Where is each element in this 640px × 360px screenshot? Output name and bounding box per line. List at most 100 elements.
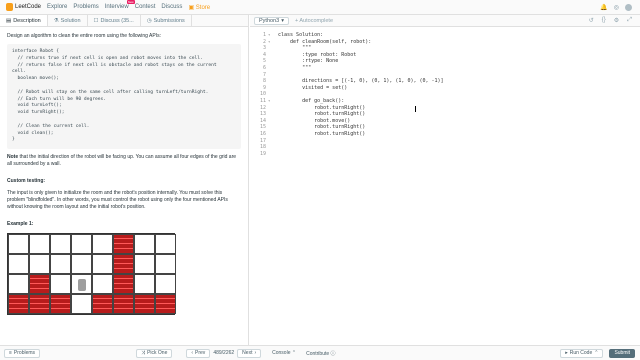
top-nav: LeetCode Explore Problems Interview New C… (0, 0, 640, 15)
tab-label: Solution (60, 17, 81, 24)
editor-tools: ↺ {} ⚙ ⤢ (589, 17, 632, 24)
open-cell (134, 254, 155, 275)
open-cell (50, 234, 71, 255)
open-cell (71, 234, 92, 255)
text-cursor (415, 106, 416, 112)
flask-icon: ⚗ (53, 17, 59, 24)
coin-icon[interactable]: ◎ (614, 4, 619, 11)
open-cell (134, 234, 155, 255)
line-number: 4 (262, 51, 266, 58)
nav-explore[interactable]: Explore (47, 4, 67, 10)
code-text: :rtype: None (278, 58, 339, 65)
avatar[interactable] (625, 3, 632, 11)
submit-button[interactable]: Submit (609, 348, 635, 358)
contribute-link[interactable]: Contribute ⓘ (306, 350, 335, 357)
line-number: 8 (262, 78, 266, 85)
language-select[interactable]: Python3 ▾ (254, 16, 289, 25)
reset-icon[interactable]: ↺ (589, 17, 594, 24)
open-cell (92, 254, 113, 275)
code-text: visited = set() (278, 84, 348, 91)
submit-label: Submit (614, 350, 630, 356)
wall-cell (155, 294, 176, 315)
wall-cell (29, 294, 50, 315)
note-text: that the initial direction of the robot … (7, 154, 237, 168)
wall-cell (113, 294, 134, 315)
code-line: 15 robot.turnRight() (250, 124, 365, 131)
code-line: 2 ▾ def cleanRoom(self, robot): (250, 39, 371, 46)
console-toggle[interactable]: Console ⌃ (272, 350, 296, 356)
code-editor[interactable]: 1 ▾ class Solution: 2 ▾ def cleanRoom(self, … (250, 28, 640, 345)
nav-problems[interactable]: Problems (73, 4, 98, 10)
fullscreen-icon[interactable]: ⤢ (627, 17, 632, 24)
tab-solution[interactable]: ⚗ Solution (48, 15, 88, 26)
nav-store-label: Store (195, 4, 211, 11)
code-line: 5 :rtype: None (250, 58, 338, 65)
tab-discuss[interactable]: ☐ Discuss (35... (88, 15, 141, 26)
code-line: 10 (250, 91, 278, 98)
open-cell (50, 274, 71, 295)
line-number: 18 (259, 144, 266, 151)
autocomplete-toggle[interactable]: + Autocomplete (295, 18, 333, 24)
code-text: def cleanRoom(self, robot): (278, 38, 372, 45)
editor-panel: Python3 ▾ + Autocomplete ↺ {} ⚙ ⤢ 1 ▾ clas… (250, 15, 640, 345)
code-line: 19 (250, 151, 278, 158)
open-cell (8, 274, 29, 295)
code-line: 6 """ (250, 65, 311, 72)
open-cell (29, 254, 50, 275)
line-number: 12 (259, 104, 266, 111)
line-number: 2 (262, 38, 266, 45)
problem-tabs: ▤ Description ⚗ Solution ☐ Discuss (35... ◷… (0, 15, 248, 27)
code-text: :type robot: Robot (278, 51, 357, 58)
problems-button[interactable]: ≡ Problems (4, 348, 41, 358)
note-label: Note (7, 154, 19, 161)
code-line: 13 robot.turnRight() (250, 111, 365, 118)
leetcode-logo-icon (6, 3, 13, 11)
open-cell (71, 294, 92, 315)
new-badge: New (126, 0, 135, 4)
store-icon: ▣ (188, 4, 195, 11)
tab-submissions[interactable]: ◷ Submissions (141, 15, 192, 26)
document-icon: ▤ (6, 17, 12, 24)
wall-cell (113, 274, 134, 295)
custom-testing-title: Custom testing: (7, 178, 46, 185)
robot-icon (78, 279, 86, 292)
api-code-block: interface Robot { // returns true if nex… (7, 44, 241, 150)
bottom-bar: ≡ Problems ⤨ Pick One ‹ Prev 489/2262 Next ›… (0, 345, 640, 360)
open-cell (155, 274, 176, 295)
line-number: 9 (262, 84, 266, 91)
code-text: robot.turnRight() (278, 124, 366, 131)
shuffle-icon: ⤨ (141, 350, 146, 356)
braces-icon[interactable]: {} (602, 17, 606, 24)
pick-one-button[interactable]: ⤨ Pick One (136, 348, 173, 358)
line-number: 14 (259, 117, 266, 124)
nav-contest[interactable]: Contest (135, 4, 156, 10)
language-value: Python3 (259, 17, 280, 24)
next-button[interactable]: Next › (237, 348, 262, 358)
description-intro: Design an algorithm to clean the entire … (7, 33, 161, 39)
code-line: 17 (250, 138, 278, 145)
code-text: def go_back(): (278, 98, 345, 104)
open-cell (155, 254, 176, 275)
settings-icon[interactable]: ⚙ (614, 17, 619, 24)
run-code-button[interactable]: ▸ Run Code ⌃ (560, 348, 604, 358)
tab-description[interactable]: ▤ Description (0, 15, 48, 26)
prev-button[interactable]: ‹ Prev (186, 348, 211, 358)
custom-testing-text: The input is only given to initialize th… (7, 190, 228, 211)
contribute-label: Contribute (306, 350, 330, 357)
nav-right: 🔔 ◎ (600, 3, 632, 11)
line-number: 15 (259, 124, 266, 131)
tab-label: Submissions (153, 17, 185, 24)
logo[interactable]: LeetCode (6, 3, 41, 11)
nav-store[interactable]: ▣ Store (188, 4, 210, 11)
problem-description: Design an algorithm to clean the entire … (0, 27, 248, 345)
problem-panel: ▤ Description ⚗ Solution ☐ Discuss (35... ◷… (0, 15, 249, 345)
nav-discuss[interactable]: Discuss (161, 4, 182, 10)
nav-interview[interactable]: Interview New (105, 0, 135, 10)
line-number: 7 (262, 71, 266, 78)
code-line: 1 ▾ class Solution: (250, 32, 323, 39)
bell-icon[interactable]: 🔔 (600, 4, 607, 11)
play-icon: ▸ (565, 350, 568, 356)
